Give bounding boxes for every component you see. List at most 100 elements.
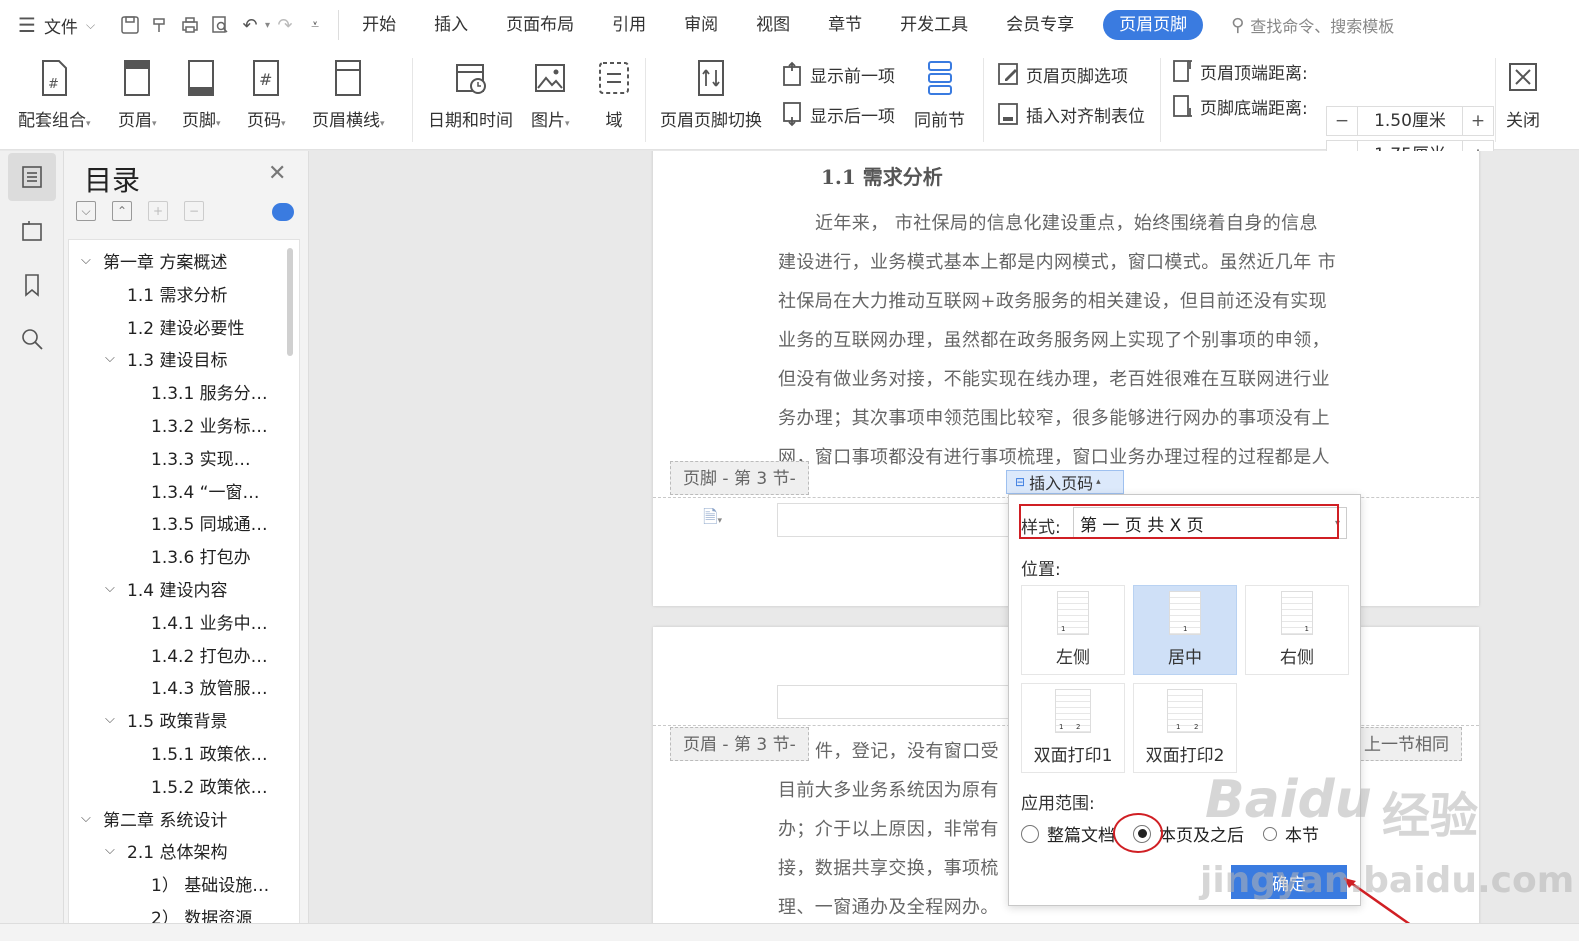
toc-settings-icon[interactable] [272, 203, 294, 221]
toc-item[interactable]: 1.1 需求分析 [105, 281, 227, 306]
tab-member[interactable]: 会员专享 [987, 0, 1093, 50]
toc-item[interactable]: 1.3.6 打包办 [129, 543, 251, 568]
expand-all-icon[interactable]: ⌵ [76, 201, 96, 221]
hf-options-icon [998, 63, 1018, 85]
toc-item[interactable]: ⌵ 第一章 方案概述 [81, 248, 227, 273]
header-top-stepper[interactable]: − 1.50厘米 + [1326, 106, 1494, 136]
tab-review[interactable]: 审阅 [665, 0, 737, 50]
chevron-down-icon[interactable]: ⌵ [105, 581, 127, 596]
toc-item[interactable]: 1.4.3 放管服… [129, 674, 268, 699]
undo-icon[interactable]: ↶ [235, 10, 265, 40]
toc-item[interactable]: 1.3.3 实现… [129, 445, 251, 470]
body-line: 业务的互联网办理，虽然都在政务服务网上实现了个别事项的申领， [778, 330, 1330, 351]
chapter-nav-icon[interactable] [8, 207, 56, 255]
position-center[interactable]: 1 居中 [1133, 585, 1237, 675]
file-menu[interactable]: ☰ 文件 ⌵ [18, 0, 95, 50]
position-duplex-1[interactable]: 12 双面打印1 [1021, 683, 1125, 773]
toc-item[interactable]: 1.3.2 业务标… [129, 412, 268, 437]
hf-options-button[interactable]: 页眉页脚选项 [996, 61, 1128, 87]
field-button[interactable]: 域 [597, 58, 631, 131]
tab-start[interactable]: 开始 [343, 0, 415, 50]
picture-button[interactable]: 图片▾ [531, 58, 570, 131]
page-number-button[interactable]: # 页码▾ [247, 58, 286, 131]
position-right[interactable]: 1 右侧 [1245, 585, 1349, 675]
tab-view[interactable]: 视图 [737, 0, 809, 50]
svg-text:#: # [259, 70, 272, 89]
tab-references[interactable]: 引用 [593, 0, 665, 50]
show-next-button[interactable]: 显示后一项 [780, 101, 895, 127]
toc-item[interactable]: 1.5.1 政策依… [129, 740, 268, 765]
tab-section[interactable]: 章节 [809, 0, 881, 50]
scrollbar[interactable] [287, 248, 293, 356]
toc-item[interactable]: 1.3.4 “一窗… [129, 478, 259, 503]
scope-whole-document[interactable]: 整篇文档 [1021, 821, 1115, 846]
position-label: 位置: [1021, 560, 1061, 580]
same-as-prev-label: 同前节 [914, 111, 965, 131]
print-preview-icon[interactable] [205, 10, 235, 40]
insert-page-number-tab[interactable]: ⊟ 插入页码 ▴ [1006, 470, 1124, 494]
chevron-down-icon[interactable]: ⌵ [105, 351, 127, 366]
format-painter-icon[interactable] [145, 10, 175, 40]
header-top-value[interactable]: 1.50厘米 [1357, 107, 1463, 135]
toc-item[interactable]: ⌵ 1.4 建设内容 [105, 576, 227, 601]
toc-toggle-icon[interactable] [8, 153, 56, 201]
chevron-down-icon[interactable]: ⌵ [81, 253, 103, 268]
footer-icon [188, 60, 215, 96]
bookmark-icon[interactable] [8, 261, 56, 309]
print-icon[interactable] [175, 10, 205, 40]
toc-item[interactable]: 1.3.5 同城通… [129, 510, 268, 535]
close-icon[interactable]: ✕ [268, 161, 286, 186]
hf-switch-button[interactable]: 页眉页脚切换 [660, 58, 762, 131]
header-button[interactable]: 页眉▾ [118, 58, 157, 131]
position-left[interactable]: 1 左侧 [1021, 585, 1125, 675]
toc-item[interactable]: ⌵ 1.3 建设目标 [105, 346, 227, 371]
toc-item[interactable]: ⌵ 2.1 总体架构 [105, 838, 227, 863]
insert-align-tab-button[interactable]: 插入对齐制表位 [996, 101, 1145, 127]
toc-item[interactable]: 1.2 建设必要性 [105, 314, 244, 339]
ribbon-divider [1160, 58, 1161, 142]
header-line-button[interactable]: 页眉横线▾ [312, 58, 385, 131]
toc-item[interactable]: 1.3.1 服务分… [129, 379, 268, 404]
close-hf-button[interactable]: 关闭 [1506, 58, 1540, 131]
tab-header-footer[interactable]: 页眉页脚 [1103, 10, 1204, 40]
position-left-label: 左侧 [1056, 648, 1090, 668]
toc-panel: 目录 ✕ ⌵ ⌃ + − ⌵ 第一章 方案概述 1.1 需求分析 1.2 建设必要性 ⌵… [64, 151, 309, 941]
demote-icon[interactable]: − [184, 201, 204, 221]
tab-developer[interactable]: 开发工具 [881, 0, 987, 50]
combo-button[interactable]: # 配套组合▾ [18, 58, 91, 131]
save-icon[interactable] [115, 10, 145, 40]
redo-icon[interactable]: ↷ [270, 10, 300, 40]
chevron-down-icon[interactable]: ⌵ [81, 811, 103, 826]
toc-item[interactable]: 1.4.1 业务中… [129, 609, 268, 634]
toc-item[interactable]: 1.4.2 打包办… [129, 642, 268, 667]
toc-item[interactable]: ⌵ 1.5 政策背景 [105, 707, 227, 732]
show-prev-button[interactable]: 显示前一项 [780, 61, 895, 87]
position-duplex-2[interactable]: 12 双面打印2 [1133, 683, 1237, 773]
chevron-down-icon[interactable]: ⌵ [105, 712, 127, 727]
toc-item[interactable]: 1.5.2 政策依… [129, 773, 268, 798]
hf-options-label: 页眉页脚选项 [1026, 66, 1128, 87]
tab-insert[interactable]: 插入 [415, 0, 487, 50]
chevron-down-icon[interactable]: ⌵ [105, 843, 127, 858]
increment-button[interactable]: + [1463, 111, 1493, 131]
page-number-field-icon[interactable]: 🗎▾ [703, 505, 722, 535]
customize-toolbar-icon[interactable]: ⩡ [300, 10, 330, 40]
search-icon[interactable] [8, 315, 56, 363]
body-line: 接，数据共享交换，事项梳 [778, 858, 999, 879]
toc-item[interactable]: 1） 基础设施… [129, 871, 269, 896]
datetime-button[interactable]: 日期和时间 [428, 58, 513, 131]
toc-item[interactable]: ⌵ 第二章 系统设计 [81, 806, 227, 831]
watermark-url: jingyan.baidu.com [1200, 860, 1575, 901]
collapse-all-icon[interactable]: ⌃ [112, 201, 132, 221]
footer-textbox[interactable] [777, 503, 1027, 537]
body-line: 目前大多业务系统因为原有 [778, 780, 999, 801]
svg-text:#: # [48, 77, 59, 92]
decrement-button[interactable]: − [1327, 111, 1357, 131]
footer-bottom-distance: 页脚底端距离: [1170, 93, 1308, 119]
footer-button[interactable]: 页脚▾ [182, 58, 221, 131]
header-textbox[interactable] [777, 685, 1027, 719]
same-as-prev-button[interactable]: 同前节 [914, 58, 965, 131]
promote-icon[interactable]: + [148, 201, 168, 221]
command-search[interactable]: ⚲ 查找命令、搜索模板 [1231, 13, 1394, 37]
tab-page-layout[interactable]: 页面布局 [487, 0, 593, 50]
